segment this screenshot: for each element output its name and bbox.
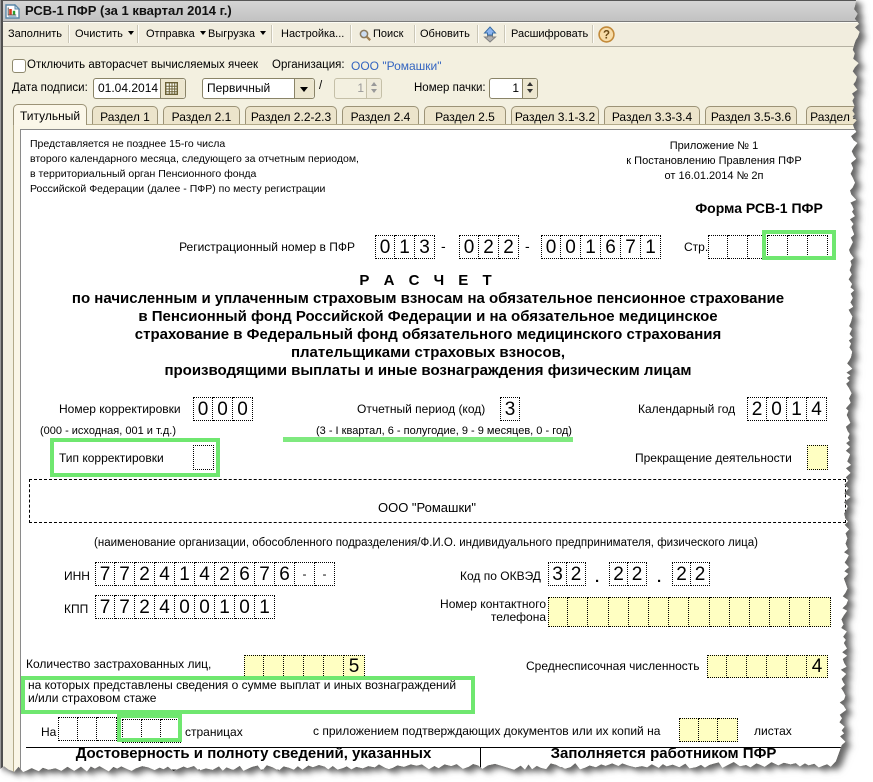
svg-text:?: ?	[603, 30, 610, 42]
